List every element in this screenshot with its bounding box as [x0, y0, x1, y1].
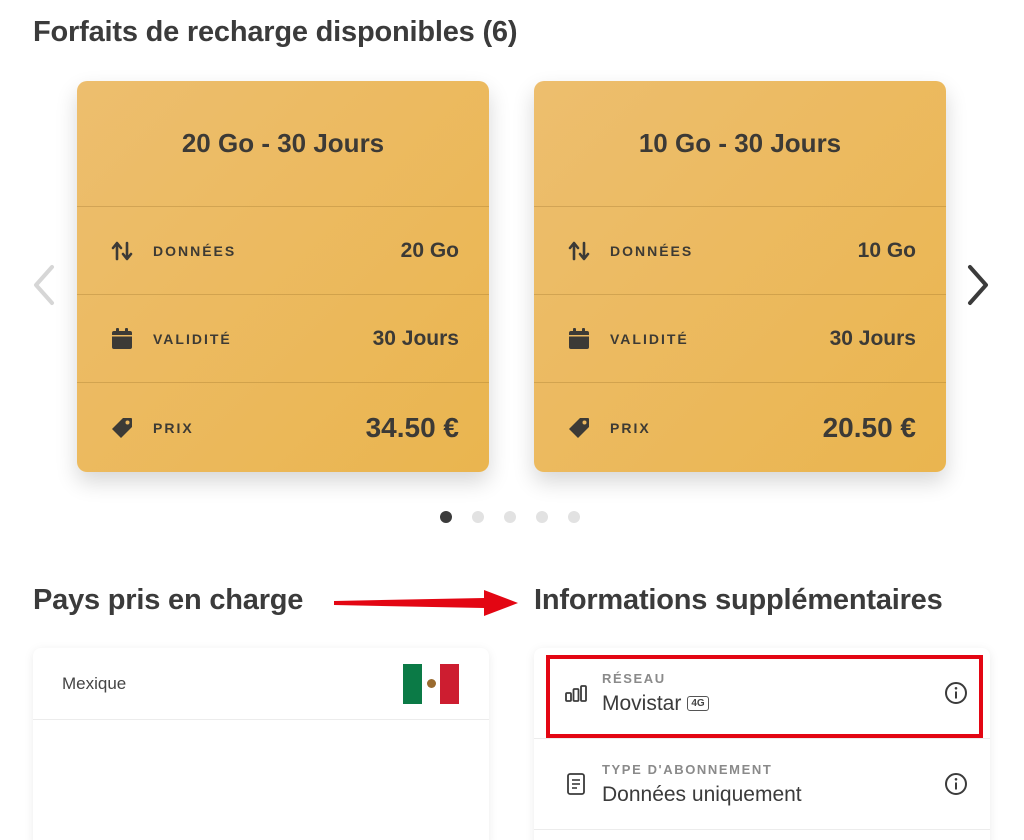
row-label: VALIDITÉ — [153, 330, 232, 347]
info-row-plan-type: TYPE D'ABONNEMENT Données uniquement — [534, 739, 990, 830]
row-label: PRIX — [153, 419, 194, 436]
carousel-dot[interactable] — [440, 511, 452, 523]
carousel-dot[interactable] — [536, 511, 548, 523]
calendar-icon — [566, 326, 592, 352]
row-value: 20 Go — [400, 238, 459, 262]
plan-card[interactable]: 10 Go - 30 Jours DONNÉES 10 Go VALIDITÉ … — [534, 81, 946, 472]
network-highlight-annotation — [546, 655, 983, 738]
chevron-right-icon — [968, 265, 988, 305]
plan-title: 10 Go - 30 Jours — [638, 128, 842, 158]
row-label: DONNÉES — [610, 242, 694, 259]
row-label: VALIDITÉ — [610, 330, 689, 347]
additional-info-title: Informations supplémentaires — [534, 584, 943, 616]
calendar-icon — [109, 326, 135, 352]
countries-title: Pays pris en charge — [33, 584, 304, 616]
plan-card[interactable]: 20 Go - 30 Jours DONNÉES 20 Go VALIDITÉ … — [77, 81, 489, 472]
data-transfer-icon — [109, 238, 135, 264]
row-label: DONNÉES — [153, 242, 237, 259]
plan-row-price: PRIX 20.50 € — [534, 382, 946, 472]
plan-row-data: DONNÉES 10 Go — [534, 206, 946, 294]
country-name: Mexique — [62, 673, 127, 693]
row-value: 30 Jours — [829, 326, 916, 350]
row-value: 10 Go — [857, 238, 916, 262]
plan-row-validity: VALIDITÉ 30 Jours — [77, 294, 489, 382]
price-value: 34.50 € — [365, 411, 459, 443]
carousel-pagination — [440, 511, 580, 523]
mexico-flag-icon — [403, 663, 460, 704]
page-title: Forfaits de recharge disponibles (6) — [33, 16, 518, 48]
carousel-dot[interactable] — [504, 511, 516, 523]
info-label: TYPE D'ABONNEMENT — [602, 761, 773, 777]
carousel-dot[interactable] — [568, 511, 580, 523]
document-icon — [562, 770, 590, 798]
plan-row-validity: VALIDITÉ 30 Jours — [534, 294, 946, 382]
carousel-next-button[interactable] — [960, 262, 996, 308]
data-transfer-icon — [566, 238, 592, 264]
plan-title: 20 Go - 30 Jours — [181, 128, 385, 158]
country-item[interactable]: Mexique — [33, 648, 489, 720]
carousel-prev-button[interactable] — [26, 262, 62, 308]
plan-row-data: DONNÉES 20 Go — [77, 206, 489, 294]
price-tag-icon — [566, 415, 592, 441]
red-arrow-annotation — [334, 590, 518, 616]
carousel-dot[interactable] — [472, 511, 484, 523]
price-tag-icon — [109, 415, 135, 441]
info-icon[interactable] — [944, 772, 968, 796]
row-value: 30 Jours — [372, 326, 459, 350]
plan-type-value: Données uniquement — [602, 782, 802, 806]
chevron-left-icon — [34, 265, 54, 305]
row-label: PRIX — [610, 419, 651, 436]
plan-row-price: PRIX 34.50 € — [77, 382, 489, 472]
price-value: 20.50 € — [822, 411, 916, 443]
countries-panel: Mexique — [33, 648, 489, 840]
